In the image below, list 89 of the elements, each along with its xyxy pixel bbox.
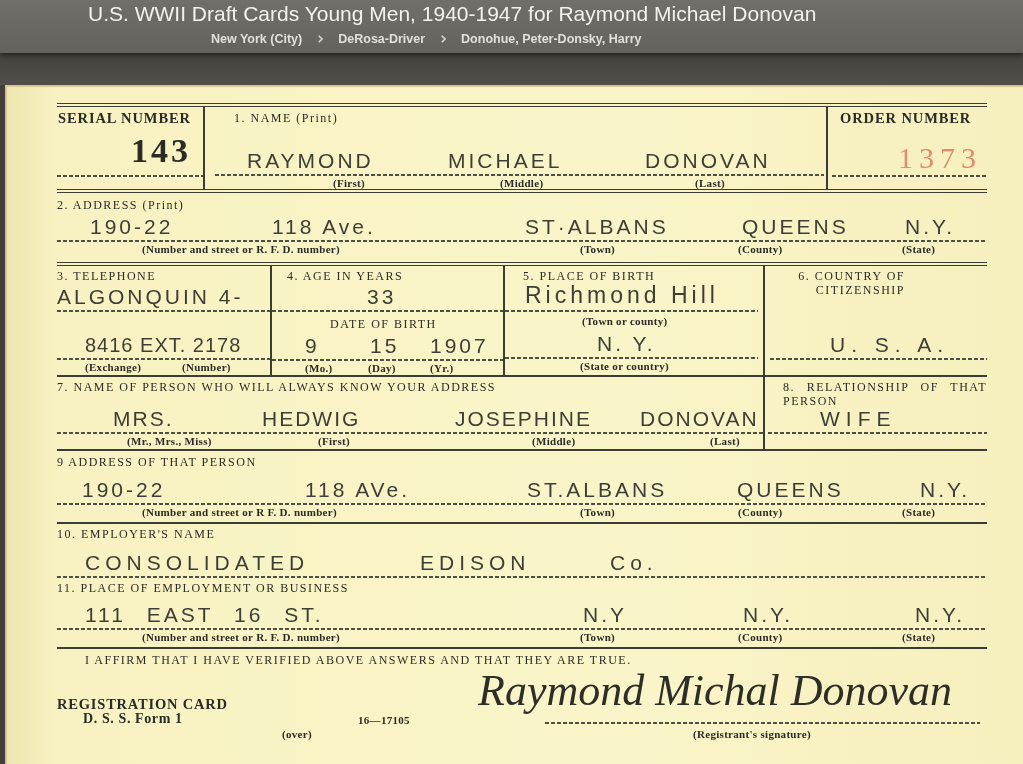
contact-name-entry: HEDWIG bbox=[262, 408, 361, 432]
over-note: (over) bbox=[282, 728, 312, 740]
birth-date-entry: 15 bbox=[370, 335, 400, 359]
contact-address-entry: QUEENS bbox=[737, 479, 844, 503]
chevron-icon bbox=[318, 35, 324, 43]
field-label: 10. EMPLOYER'S NAME bbox=[57, 527, 216, 541]
address-entry: 118 Ave. bbox=[272, 216, 376, 240]
contact-address-entry: N.Y. bbox=[920, 479, 971, 503]
affirmation-text: I AFFIRM THAT I HAVE VERIFIED ABOVE ANSWERS AND THAT THEY ARE TRUE. bbox=[85, 653, 632, 667]
field-caption: (State) bbox=[902, 506, 936, 518]
field-caption: (Town) bbox=[580, 506, 615, 518]
telephone-exchange-entry: ALGONQUIN 4- bbox=[57, 286, 244, 310]
breadcrumb-link[interactable]: Donohue, Peter-Donsky, Harry bbox=[461, 31, 642, 47]
print-code: 16—17105 bbox=[358, 714, 410, 726]
field-caption: (Town) bbox=[580, 243, 615, 255]
field-caption: (Mo.) bbox=[305, 362, 333, 374]
address-entry: 190-22 bbox=[90, 216, 174, 240]
field-label: 11. PLACE OF EMPLOYMENT OR BUSINESS bbox=[57, 581, 349, 595]
field-caption: (Yr.) bbox=[430, 362, 454, 374]
field-caption: (Registrant's signature) bbox=[693, 728, 811, 740]
address-entry: ST·ALBANS bbox=[525, 216, 669, 240]
field-caption: (Number and street or R. F. D. number) bbox=[142, 631, 340, 643]
field-label: ORDER NUMBER bbox=[840, 110, 972, 126]
field-caption: (Town) bbox=[580, 631, 615, 643]
citizenship-entry: U. S. A. bbox=[830, 334, 950, 358]
breadcrumb-link[interactable]: New York (City) bbox=[211, 31, 303, 47]
contact-address-entry: ST.ALBANS bbox=[527, 479, 668, 503]
employer-entry: Co. bbox=[610, 552, 658, 576]
birth-date-entry: 9 bbox=[305, 335, 320, 359]
field-caption: (Middle) bbox=[532, 435, 576, 447]
field-label: 1. NAME (Print) bbox=[234, 111, 339, 126]
contact-name-entry: JOSEPHINE bbox=[455, 408, 593, 432]
field-caption: (Number and street or R F. D. number) bbox=[142, 506, 337, 518]
breadcrumb-link[interactable]: DeRosa-Driver bbox=[338, 31, 426, 47]
address-entry: N.Y. bbox=[905, 216, 956, 240]
birth-state-entry: N. Y. bbox=[597, 333, 656, 357]
field-caption: (Last) bbox=[710, 435, 740, 447]
field-caption: (Number) bbox=[182, 361, 231, 373]
field-label: 9 ADDRESS OF THAT PERSON bbox=[57, 455, 257, 469]
workplace-entry: 111 EAST 16 ST. bbox=[85, 604, 324, 628]
field-caption: (County) bbox=[738, 631, 783, 643]
field-caption: (First) bbox=[333, 177, 366, 189]
order-number: 1373 bbox=[898, 143, 982, 175]
name-entry: RAYMOND bbox=[247, 150, 374, 174]
relationship-entry: WIFE bbox=[820, 408, 897, 432]
field-caption: (Day) bbox=[368, 362, 396, 374]
serial-number: 143 bbox=[131, 134, 191, 171]
age-entry: 33 bbox=[367, 286, 397, 310]
workplace-entry: N.Y. bbox=[915, 604, 966, 628]
field-caption: (Number and street or R. F. D. number) bbox=[142, 243, 340, 255]
field-caption: (County) bbox=[738, 506, 783, 518]
page-title: U.S. WWII Draft Cards Young Men, 1940-1947 for Raymond Michael Donovan bbox=[88, 2, 817, 27]
field-label: 3. TELEPHONE bbox=[57, 269, 157, 283]
signature: Raymond Michal Donovan bbox=[478, 667, 953, 715]
field-caption: (Mr., Mrs., Miss) bbox=[127, 435, 212, 447]
form-number: D. S. S. Form 1 bbox=[83, 712, 183, 726]
workplace-entry: N.Y bbox=[583, 604, 627, 628]
field-label: DATE OF BIRTH bbox=[330, 316, 437, 332]
telephone-number-entry: 8416 EXT. 2178 bbox=[85, 335, 242, 358]
field-label: 4. AGE IN YEARS bbox=[287, 269, 404, 283]
contact-name-entry: MRS. bbox=[113, 408, 174, 432]
name-entry: DONOVAN bbox=[645, 150, 771, 174]
field-caption: (State) bbox=[902, 631, 936, 643]
form-title: REGISTRATION CARD bbox=[57, 697, 228, 712]
field-caption: (State or country) bbox=[580, 360, 669, 372]
field-caption: (County) bbox=[738, 243, 783, 255]
birth-date-entry: 1907 bbox=[430, 335, 489, 359]
field-label: 8. RELATIONSHIP OF THAT PERSON bbox=[783, 380, 987, 408]
field-caption: (Last) bbox=[695, 177, 725, 189]
field-caption: (Exchange) bbox=[85, 361, 142, 373]
field-label: 7. NAME OF PERSON WHO WILL ALWAYS KNOW YOUR ADDRESS bbox=[57, 380, 496, 394]
contact-address-entry: 190-22 bbox=[82, 479, 166, 503]
name-entry: MICHAEL bbox=[448, 150, 563, 174]
field-caption: (State) bbox=[902, 243, 936, 255]
field-caption: (First) bbox=[318, 435, 351, 447]
chevron-icon bbox=[441, 35, 447, 43]
birthplace-entry: Richmond Hill bbox=[525, 284, 719, 310]
address-entry: QUEENS bbox=[742, 216, 849, 240]
contact-name-entry: DONOVAN bbox=[640, 408, 759, 432]
workplace-entry: N.Y. bbox=[743, 604, 794, 628]
employer-entry: CONSOLIDATED bbox=[85, 552, 310, 576]
contact-address-entry: 118 AVe. bbox=[305, 479, 410, 503]
field-caption: (Middle) bbox=[500, 177, 544, 189]
field-label: SERIAL NUMBER bbox=[58, 110, 191, 126]
field-label: 2. ADDRESS (Print) bbox=[57, 198, 185, 212]
employer-entry: EDISON bbox=[420, 552, 531, 576]
field-label: 6. COUNTRY OF CITIZENSHIP bbox=[797, 269, 905, 297]
field-caption: (Town or county) bbox=[582, 315, 668, 327]
field-label: 5. PLACE OF BIRTH bbox=[523, 269, 656, 283]
